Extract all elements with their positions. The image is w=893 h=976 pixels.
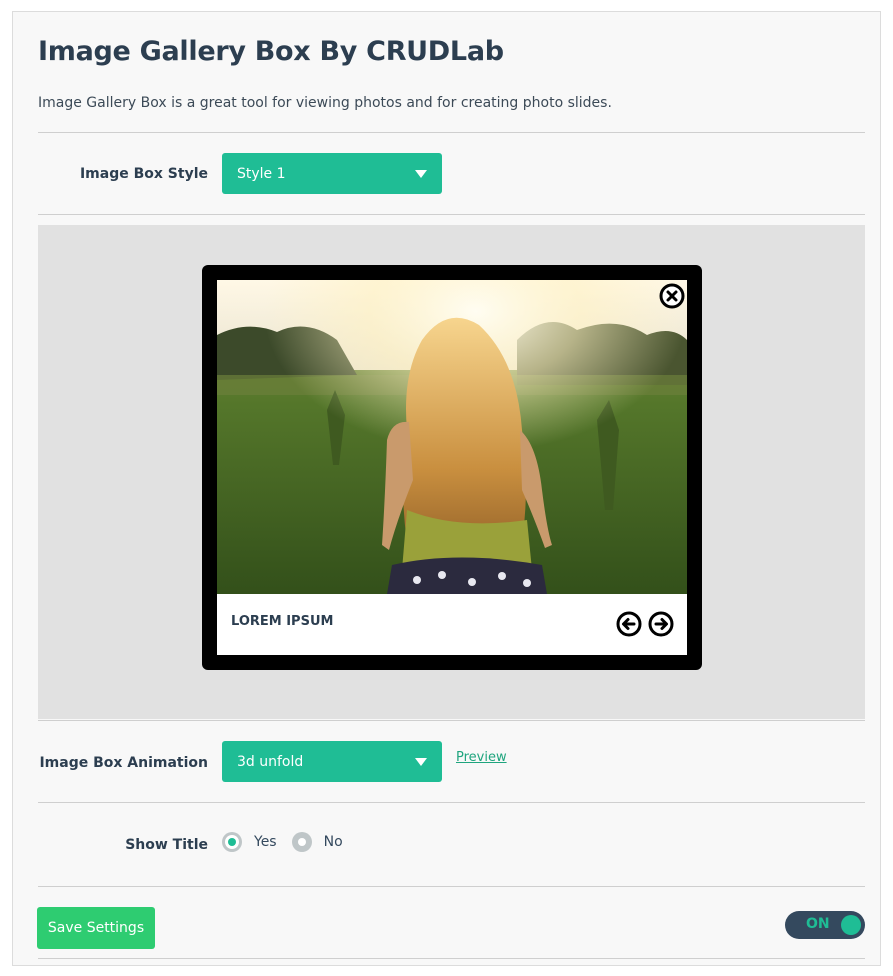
image-box-style-select[interactable]: Style 1: [222, 153, 442, 194]
preview-photo: [217, 280, 687, 594]
preview-link[interactable]: Preview: [456, 750, 507, 765]
page-description: Image Gallery Box is a great tool for vi…: [38, 95, 612, 111]
image-box-style-value: Style 1: [237, 165, 286, 182]
chevron-down-icon: [415, 757, 427, 766]
show-title-label: Show Title: [125, 837, 208, 853]
divider: [38, 720, 865, 721]
divider: [38, 132, 865, 133]
arrow-left-icon[interactable]: [616, 611, 642, 637]
show-title-no-label[interactable]: No: [324, 834, 343, 850]
settings-panel: Image Gallery Box By CRUDLab Image Galle…: [12, 11, 881, 966]
divider: [38, 802, 865, 803]
caption-bar: LOREM IPSUM: [217, 594, 687, 655]
arrow-right-icon[interactable]: [648, 611, 674, 637]
divider: [38, 214, 865, 215]
image-box-style-label: Image Box Style: [79, 166, 208, 182]
image-caption: LOREM IPSUM: [231, 614, 334, 629]
image-box-animation-label: Image Box Animation: [39, 755, 208, 771]
divider: [38, 886, 865, 887]
plugin-status-toggle[interactable]: ON: [785, 911, 865, 939]
chevron-down-icon: [415, 169, 427, 178]
show-title-yes-label[interactable]: Yes: [254, 834, 277, 850]
image-box-preview-area: LOREM IPSUM: [38, 225, 865, 719]
toggle-knob: [841, 915, 861, 935]
toggle-label: ON: [806, 916, 830, 932]
close-icon[interactable]: [659, 283, 685, 309]
show-title-no-radio[interactable]: [291, 832, 312, 852]
image-box-frame: LOREM IPSUM: [202, 265, 702, 670]
show-title-radio-group: Yes No: [222, 832, 358, 852]
page-title: Image Gallery Box By CRUDLab: [38, 36, 504, 67]
image-box-animation-select[interactable]: 3d unfold: [222, 741, 442, 782]
show-title-yes-radio[interactable]: [222, 832, 242, 852]
save-settings-button[interactable]: Save Settings: [37, 907, 155, 949]
image-box-animation-value: 3d unfold: [237, 753, 304, 770]
divider: [38, 958, 865, 959]
